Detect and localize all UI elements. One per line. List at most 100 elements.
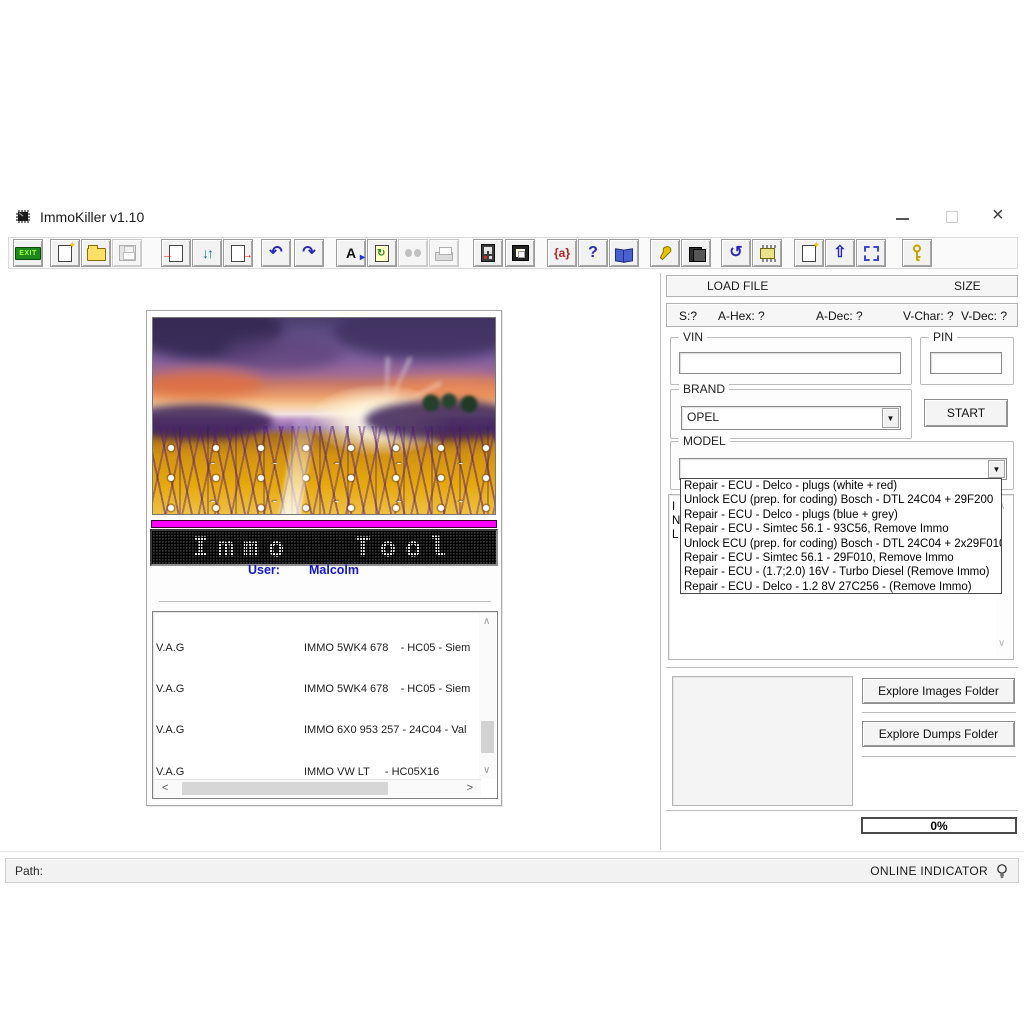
chip-app-icon (14, 208, 32, 226)
status-bar: Path: ONLINE INDICATOR (5, 858, 1019, 883)
user-label: User: (248, 563, 280, 577)
vag-listbox[interactable]: V.A.GIMMO 5WK4 678 - HC05 - Siem V.A.GIM… (152, 611, 498, 799)
calculator-icon (481, 244, 495, 262)
minimize-button[interactable] (896, 218, 909, 220)
button-divider (862, 712, 1016, 714)
import-dump-button[interactable]: → (161, 239, 191, 267)
calculator-button[interactable] (473, 239, 503, 267)
explore-dumps-button[interactable]: Explore Dumps Folder (862, 721, 1015, 747)
brand-group: BRAND OPEL ▼ (670, 389, 912, 439)
books-icon (688, 246, 704, 260)
scroll-thumb[interactable] (481, 721, 494, 753)
model-option[interactable]: Repair - ECU - (1.7;2.0) 16V - Turbo Die… (681, 565, 1001, 579)
scroll-down-icon[interactable]: ∨ (998, 638, 1005, 649)
new-project-button[interactable]: ✦ (794, 239, 824, 267)
exit-button[interactable]: EXIT (13, 239, 43, 267)
vin-input[interactable] (679, 352, 901, 374)
manual-button[interactable] (609, 239, 639, 267)
model-option[interactable]: Repair - ECU - Delco - plugs (blue + gre… (681, 508, 1001, 522)
list-item[interactable]: V.A.GIMMO VW LT - HC05X16 (156, 766, 477, 780)
export-dump-button[interactable]: → (223, 239, 253, 267)
vertical-scrollbar[interactable]: ∧ ∨ (479, 613, 496, 779)
binoculars-icon (405, 249, 412, 257)
brand-label: BRAND (679, 382, 729, 396)
model-option[interactable]: Repair - ECU - Delco - plugs (white + re… (681, 479, 1001, 493)
model-option[interactable]: Unlock ECU (prep. for coding) Bosch - DT… (681, 493, 1001, 507)
refresh-circle-icon: ↺ (729, 245, 742, 261)
info-panel: Immo Tool User: Malcolm V.A.GIMMO 5WK4 6… (146, 310, 502, 806)
security-key-button[interactable] (902, 239, 932, 267)
model-combobox[interactable]: ▼ (679, 458, 1007, 480)
model-dropdown-arrow-icon[interactable]: ▼ (988, 460, 1005, 478)
app-window: ImmoKiller v1.10 × EXIT ✦ → ↓↑ → ↶ ↷ A▸ … (0, 0, 1024, 1024)
wrench-icon (657, 245, 674, 262)
find-button (398, 239, 428, 267)
model-label: MODEL (679, 434, 730, 448)
scroll-thumb[interactable] (182, 782, 388, 795)
letter-a-icon: A▸ (346, 245, 356, 261)
upload-button[interactable]: ⇧ (825, 239, 855, 267)
scroll-down-icon[interactable]: ∨ (483, 765, 490, 776)
explore-images-button[interactable]: Explore Images Folder (862, 678, 1015, 704)
size-label: SIZE (954, 279, 981, 293)
online-indicator-label: ONLINE INDICATOR (870, 864, 988, 878)
new-page-icon: ✦ (58, 245, 72, 262)
vin-group: VIN (670, 337, 912, 385)
brand-combobox[interactable]: OPEL ▼ (681, 406, 901, 430)
open-file-button[interactable] (81, 239, 111, 267)
recycle-page-icon: ↻ (375, 245, 389, 262)
path-label: Path: (15, 864, 43, 878)
circuit-road-image (152, 317, 496, 515)
reload-button[interactable]: ↺ (721, 239, 751, 267)
list-item[interactable]: V.A.GIMMO 5WK4 678 - HC05 - Siem (156, 642, 477, 656)
user-name: Malcolm (309, 563, 359, 577)
list-item[interactable]: V.A.GIMMO 5WK4 678 - HC05 - Siem (156, 683, 477, 697)
trees (419, 389, 489, 415)
button-divider (862, 756, 1016, 758)
display-button[interactable] (505, 239, 535, 267)
open-folder-icon (87, 248, 106, 261)
scroll-left-icon[interactable]: < (162, 782, 168, 794)
circuit-board (153, 426, 495, 514)
section-divider (666, 667, 1018, 669)
pin-group: PIN (920, 337, 1014, 385)
address-info-bar: S:? A-Hex: ? A-Dec: ? V-Char: ? V-Dec: ? (666, 303, 1018, 327)
font-button[interactable]: A▸ (336, 239, 366, 267)
list-item[interactable]: V.A.GIMMO 6X0 953 257 - 24C04 - Val (156, 724, 477, 738)
preview-panel (672, 676, 853, 806)
redo-button[interactable]: ↷ (294, 239, 324, 267)
vag-rows: V.A.GIMMO 5WK4 678 - HC05 - Siem V.A.GIM… (156, 614, 477, 799)
close-button[interactable]: × (992, 205, 1004, 225)
swap-bytes-button[interactable]: ↓↑ (192, 239, 222, 267)
a-hex-value: A-Hex: ? (718, 309, 765, 323)
scroll-up-icon[interactable]: ∧ (483, 616, 490, 627)
refresh-file-button[interactable]: ↻ (367, 239, 397, 267)
dashed-selection-icon (864, 246, 879, 261)
eeprom-button[interactable] (752, 239, 782, 267)
load-file-label: LOAD FILE (707, 279, 768, 293)
string-view-button[interactable]: {a} (547, 239, 577, 267)
toolbar: EXIT ✦ → ↓↑ → ↶ ↷ A▸ ↻ {a} ? ↺ ✦ ⇧ (8, 237, 1018, 269)
tools-button[interactable] (650, 239, 680, 267)
open-book-icon (615, 249, 633, 261)
model-option[interactable]: Repair - ECU - Delco - 1.2 8V 27C256 - (… (681, 580, 1001, 594)
progress-divider (666, 810, 1018, 812)
library-button[interactable] (681, 239, 711, 267)
chip-icon (760, 248, 775, 259)
select-region-button[interactable] (856, 239, 886, 267)
model-option[interactable]: Repair - ECU - Simtec 56.1 - 29F010, Rem… (681, 551, 1001, 565)
start-button[interactable]: START (924, 399, 1008, 427)
brand-dropdown-arrow-icon[interactable]: ▼ (882, 408, 899, 428)
model-option[interactable]: Repair - ECU - Simtec 56.1 - 93C56, Remo… (681, 522, 1001, 536)
model-option[interactable]: Unlock ECU (prep. for coding) Bosch - DT… (681, 537, 1001, 551)
maximize-button[interactable] (946, 211, 958, 223)
help-button[interactable]: ? (578, 239, 608, 267)
user-row: User: Malcolm (147, 563, 503, 579)
new-file-button[interactable]: ✦ (50, 239, 80, 267)
redo-arrow-icon: ↷ (302, 245, 315, 261)
v-char-value: V-Char: ? (903, 309, 954, 323)
undo-button[interactable]: ↶ (261, 239, 291, 267)
scroll-right-icon[interactable]: > (467, 782, 473, 794)
pin-input[interactable] (930, 352, 1002, 374)
horizontal-scrollbar[interactable]: < > (154, 779, 481, 797)
